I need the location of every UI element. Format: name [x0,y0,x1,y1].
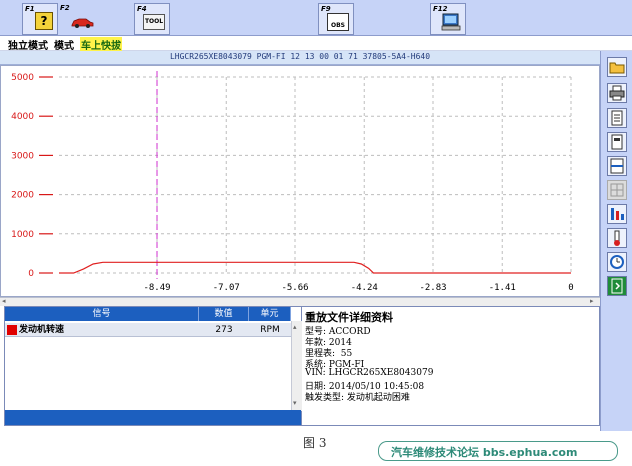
watermark: 汽车维修技术论坛 bbs.ephua.com [378,441,618,461]
x-tick-label: 0 [568,283,573,293]
x-tick-label: -4.24 [351,283,378,293]
figure-caption: 图 3 [303,436,327,450]
f1-help-button[interactable]: F1 ? [22,3,58,35]
watermark-text: 汽车维修技术论坛 bbs.ephua.com [391,446,578,459]
vehicle-info-text: LHGCR265XE8043079 PGM-FI 12 13 00 01 71 … [169,52,431,61]
print-button[interactable] [607,83,627,103]
y-tick-label: 1000 [11,230,34,240]
f9-obs-button[interactable]: F9 OBS [318,3,354,35]
details-trigger-type: 触发类型: 发动机起动困难 [305,393,410,403]
chart-horizontal-scrollbar[interactable]: ◂ ▸ [0,297,600,306]
x-tick-label: -5.66 [281,283,308,293]
open-folder-button[interactable] [607,57,627,77]
function-key-toolbar: F1 ? F2 F4 TOOL F9 OBS F12 [0,0,632,36]
report-icon [611,110,623,126]
grid-button[interactable] [607,180,627,200]
tool-icon: TOOL [143,14,165,30]
series-color-swatch [7,325,17,335]
exit-icon [611,278,623,294]
rpm-chart[interactable]: 0 1000 2000 3000 4000 5000 -8.49 -7.07 -5.66 -4.2… [1,66,599,296]
mode-vehicle-quick[interactable]: 车上快拔 [80,37,122,52]
scroll-up-icon[interactable]: ▴ [293,323,297,331]
split-view-icon [610,158,624,174]
open-folder-icon [609,62,625,74]
mode-standalone[interactable]: 独立模式 [8,37,48,52]
f4-tool-button[interactable]: F4 TOOL [134,3,170,35]
help-icon: ? [35,12,53,30]
document-button[interactable] [607,132,627,152]
y-tick-label: 5000 [11,73,34,83]
column-header-value[interactable]: 数值 [199,307,249,321]
mode-label: 模式 [54,41,74,52]
f12-pc-button[interactable]: F12 [430,3,466,35]
column-header-signal[interactable]: 信号 [5,307,199,321]
trigger-icon [614,230,620,246]
scroll-left-icon[interactable]: ◂ [2,297,6,305]
details-vin: VIN: LHGCR265XE8043079 [305,368,434,378]
timer-button[interactable] [607,252,627,272]
signal-table: 信号 数值 单元 发动机转速 273 RPM ▴ ▾ [4,306,302,426]
obs-icon: OBS [327,13,349,31]
f2-vehicle-button[interactable]: F2 [58,3,98,33]
y-tick-label: 3000 [11,151,34,161]
trigger-button[interactable] [607,228,627,248]
mode-bar: 独立模式 模式 车上快拔 [0,36,632,52]
x-tick-label: -1.41 [489,283,516,293]
column-header-unit[interactable]: 单元 [249,307,291,321]
signal-name: 发动机转速 [19,325,65,335]
table-footer-bar [5,410,301,425]
car-icon [71,18,94,28]
y-tick-label: 4000 [11,112,34,122]
signal-unit: RPM [260,325,280,335]
computer-icon [441,13,461,31]
signal-value: 273 [215,325,233,335]
series-line [59,261,571,274]
right-toolbar [600,51,632,431]
exit-button[interactable] [607,276,627,296]
graph-settings-icon [611,208,624,220]
grid-icon [610,183,624,197]
table-vertical-scrollbar[interactable]: ▴ ▾ [291,321,302,411]
x-tick-label: -7.07 [213,283,240,293]
scroll-right-icon[interactable]: ▸ [590,297,594,305]
print-icon [609,85,625,101]
document-icon [611,134,623,150]
x-tick-label: -2.83 [419,283,446,293]
graph-settings-button[interactable] [607,204,627,224]
replay-details-panel: 重放文件详细资料 型号: ACCORD 年款: 2014 里程表: 55 系统:… [302,306,600,426]
vehicle-info-bar: LHGCR265XE8043079 PGM-FI 12 13 00 01 71 … [0,51,600,65]
split-view-button[interactable] [607,156,627,176]
scroll-down-icon[interactable]: ▾ [293,399,297,407]
chart-panel[interactable]: 0 1000 2000 3000 4000 5000 -8.49 -7.07 -5.66 -4.2… [0,65,600,297]
report-button[interactable] [607,108,627,128]
y-tick-label: 2000 [11,191,34,201]
timer-icon [610,255,624,269]
details-title: 重放文件详细资料 [305,311,393,324]
x-tick-label: -8.49 [143,283,170,293]
y-tick-label: 0 [28,269,34,279]
